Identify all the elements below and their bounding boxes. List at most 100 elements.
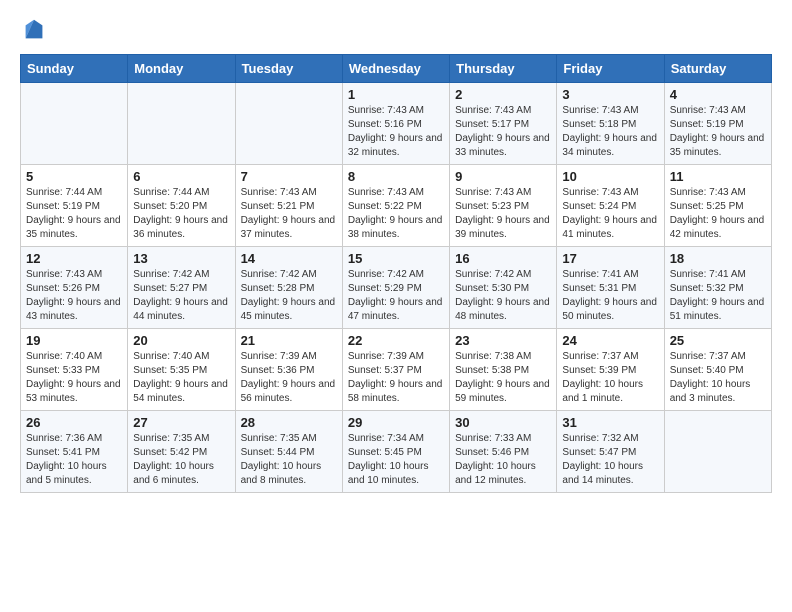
logo xyxy=(20,16,52,44)
day-number: 2 xyxy=(455,87,551,102)
calendar-table: SundayMondayTuesdayWednesdayThursdayFrid… xyxy=(20,54,772,493)
day-number: 15 xyxy=(348,251,444,266)
calendar-cell: 16 Sunrise: 7:42 AM Sunset: 5:30 PM Dayli… xyxy=(450,247,557,329)
column-header-friday: Friday xyxy=(557,55,664,83)
calendar-cell: 24Sunrise: 7:37 AM Sunset: 5:39 PM Dayli… xyxy=(557,329,664,411)
calendar-cell: 4 Sunrise: 7:43 AM Sunset: 5:19 PM Daylig… xyxy=(664,83,771,165)
calendar-cell: 5 Sunrise: 7:44 AM Sunset: 5:19 PM Daylig… xyxy=(21,165,128,247)
day-detail: Sunrise: 7:43 AM Sunset: 5:19 PM Dayligh… xyxy=(670,104,766,160)
column-header-saturday: Saturday xyxy=(664,55,771,83)
day-detail: Sunrise: 7:43 AM Sunset: 5:22 PM Dayligh… xyxy=(348,186,444,242)
calendar-cell: 25 Sunrise: 7:37 AM Sunset: 5:40 PM Dayli… xyxy=(664,329,771,411)
calendar-cell: 3Sunrise: 7:43 AM Sunset: 5:18 PM Daylig… xyxy=(557,83,664,165)
day-detail: Sunrise: 7:43 AM Sunset: 5:25 PM Dayligh… xyxy=(670,186,766,242)
day-detail: Sunrise: 7:36 AM Sunset: 5:41 PM Dayligh… xyxy=(26,432,122,488)
column-header-thursday: Thursday xyxy=(450,55,557,83)
day-detail: Sunrise: 7:43 AM Sunset: 5:26 PM Dayligh… xyxy=(26,268,122,324)
calendar-cell: 11Sunrise: 7:43 AM Sunset: 5:25 PM Dayli… xyxy=(664,165,771,247)
day-number: 17 xyxy=(562,251,658,266)
calendar-cell: 1 Sunrise: 7:43 AM Sunset: 5:16 PM Daylig… xyxy=(342,83,449,165)
day-number: 12 xyxy=(26,251,122,266)
logo-icon xyxy=(20,16,48,44)
day-number: 30 xyxy=(455,415,551,430)
day-number: 27 xyxy=(133,415,229,430)
calendar-cell: 13 Sunrise: 7:42 AM Sunset: 5:27 PM Dayli… xyxy=(128,247,235,329)
day-number: 19 xyxy=(26,333,122,348)
calendar-week-row: 1 Sunrise: 7:43 AM Sunset: 5:16 PM Daylig… xyxy=(21,83,772,165)
column-header-monday: Monday xyxy=(128,55,235,83)
calendar-cell: 28Sunrise: 7:35 AM Sunset: 5:44 PM Dayli… xyxy=(235,411,342,493)
day-number: 25 xyxy=(670,333,766,348)
day-number: 24 xyxy=(562,333,658,348)
day-detail: Sunrise: 7:43 AM Sunset: 5:16 PM Dayligh… xyxy=(348,104,444,160)
day-number: 1 xyxy=(348,87,444,102)
day-number: 26 xyxy=(26,415,122,430)
column-header-wednesday: Wednesday xyxy=(342,55,449,83)
calendar-header-row: SundayMondayTuesdayWednesdayThursdayFrid… xyxy=(21,55,772,83)
day-detail: Sunrise: 7:42 AM Sunset: 5:29 PM Dayligh… xyxy=(348,268,444,324)
day-detail: Sunrise: 7:34 AM Sunset: 5:45 PM Dayligh… xyxy=(348,432,444,488)
day-detail: Sunrise: 7:41 AM Sunset: 5:31 PM Dayligh… xyxy=(562,268,658,324)
day-detail: Sunrise: 7:33 AM Sunset: 5:46 PM Dayligh… xyxy=(455,432,551,488)
day-detail: Sunrise: 7:42 AM Sunset: 5:27 PM Dayligh… xyxy=(133,268,229,324)
day-number: 13 xyxy=(133,251,229,266)
calendar-cell: 2 Sunrise: 7:43 AM Sunset: 5:17 PM Daylig… xyxy=(450,83,557,165)
day-detail: Sunrise: 7:42 AM Sunset: 5:30 PM Dayligh… xyxy=(455,268,551,324)
calendar-cell: 23 Sunrise: 7:38 AM Sunset: 5:38 PM Dayli… xyxy=(450,329,557,411)
calendar-cell: 9Sunrise: 7:43 AM Sunset: 5:23 PM Daylig… xyxy=(450,165,557,247)
day-detail: Sunrise: 7:35 AM Sunset: 5:44 PM Dayligh… xyxy=(241,432,337,488)
day-detail: Sunrise: 7:43 AM Sunset: 5:24 PM Dayligh… xyxy=(562,186,658,242)
day-detail: Sunrise: 7:35 AM Sunset: 5:42 PM Dayligh… xyxy=(133,432,229,488)
calendar-cell: 7 Sunrise: 7:43 AM Sunset: 5:21 PM Daylig… xyxy=(235,165,342,247)
day-number: 29 xyxy=(348,415,444,430)
calendar-cell xyxy=(21,83,128,165)
day-detail: Sunrise: 7:39 AM Sunset: 5:37 PM Dayligh… xyxy=(348,350,444,406)
day-number: 16 xyxy=(455,251,551,266)
day-detail: Sunrise: 7:43 AM Sunset: 5:21 PM Dayligh… xyxy=(241,186,337,242)
day-detail: Sunrise: 7:44 AM Sunset: 5:19 PM Dayligh… xyxy=(26,186,122,242)
day-number: 6 xyxy=(133,169,229,184)
day-detail: Sunrise: 7:43 AM Sunset: 5:23 PM Dayligh… xyxy=(455,186,551,242)
day-detail: Sunrise: 7:32 AM Sunset: 5:47 PM Dayligh… xyxy=(562,432,658,488)
calendar-cell: 29 Sunrise: 7:34 AM Sunset: 5:45 PM Dayli… xyxy=(342,411,449,493)
day-detail: Sunrise: 7:39 AM Sunset: 5:36 PM Dayligh… xyxy=(241,350,337,406)
column-header-sunday: Sunday xyxy=(21,55,128,83)
calendar-cell: 17 Sunrise: 7:41 AM Sunset: 5:31 PM Dayli… xyxy=(557,247,664,329)
day-detail: Sunrise: 7:37 AM Sunset: 5:40 PM Dayligh… xyxy=(670,350,766,406)
day-number: 14 xyxy=(241,251,337,266)
column-header-tuesday: Tuesday xyxy=(235,55,342,83)
calendar-cell: 30 Sunrise: 7:33 AM Sunset: 5:46 PM Dayli… xyxy=(450,411,557,493)
calendar-cell: 12 Sunrise: 7:43 AM Sunset: 5:26 PM Dayli… xyxy=(21,247,128,329)
day-detail: Sunrise: 7:40 AM Sunset: 5:35 PM Dayligh… xyxy=(133,350,229,406)
calendar-cell: 15 Sunrise: 7:42 AM Sunset: 5:29 PM Dayli… xyxy=(342,247,449,329)
calendar-cell: 18Sunrise: 7:41 AM Sunset: 5:32 PM Dayli… xyxy=(664,247,771,329)
day-number: 4 xyxy=(670,87,766,102)
calendar-cell: 20 Sunrise: 7:40 AM Sunset: 5:35 PM Dayli… xyxy=(128,329,235,411)
day-number: 5 xyxy=(26,169,122,184)
calendar-week-row: 5 Sunrise: 7:44 AM Sunset: 5:19 PM Daylig… xyxy=(21,165,772,247)
day-detail: Sunrise: 7:40 AM Sunset: 5:33 PM Dayligh… xyxy=(26,350,122,406)
calendar-cell: 19 Sunrise: 7:40 AM Sunset: 5:33 PM Dayli… xyxy=(21,329,128,411)
day-detail: Sunrise: 7:43 AM Sunset: 5:17 PM Dayligh… xyxy=(455,104,551,160)
calendar-cell: 10 Sunrise: 7:43 AM Sunset: 5:24 PM Dayli… xyxy=(557,165,664,247)
day-detail: Sunrise: 7:43 AM Sunset: 5:18 PM Dayligh… xyxy=(562,104,658,160)
day-number: 7 xyxy=(241,169,337,184)
calendar-cell xyxy=(664,411,771,493)
calendar-week-row: 19 Sunrise: 7:40 AM Sunset: 5:33 PM Dayli… xyxy=(21,329,772,411)
day-number: 23 xyxy=(455,333,551,348)
calendar-cell: 26 Sunrise: 7:36 AM Sunset: 5:41 PM Dayli… xyxy=(21,411,128,493)
day-number: 10 xyxy=(562,169,658,184)
calendar-cell xyxy=(128,83,235,165)
calendar-cell: 8Sunrise: 7:43 AM Sunset: 5:22 PM Daylig… xyxy=(342,165,449,247)
calendar-week-row: 26 Sunrise: 7:36 AM Sunset: 5:41 PM Dayli… xyxy=(21,411,772,493)
calendar-cell: 6Sunrise: 7:44 AM Sunset: 5:20 PM Daylig… xyxy=(128,165,235,247)
calendar-cell: 27 Sunrise: 7:35 AM Sunset: 5:42 PM Dayli… xyxy=(128,411,235,493)
day-detail: Sunrise: 7:38 AM Sunset: 5:38 PM Dayligh… xyxy=(455,350,551,406)
page-header xyxy=(20,16,772,44)
day-number: 31 xyxy=(562,415,658,430)
calendar-week-row: 12 Sunrise: 7:43 AM Sunset: 5:26 PM Dayli… xyxy=(21,247,772,329)
day-number: 20 xyxy=(133,333,229,348)
calendar-cell: 31 Sunrise: 7:32 AM Sunset: 5:47 PM Dayli… xyxy=(557,411,664,493)
day-number: 22 xyxy=(348,333,444,348)
calendar-cell xyxy=(235,83,342,165)
